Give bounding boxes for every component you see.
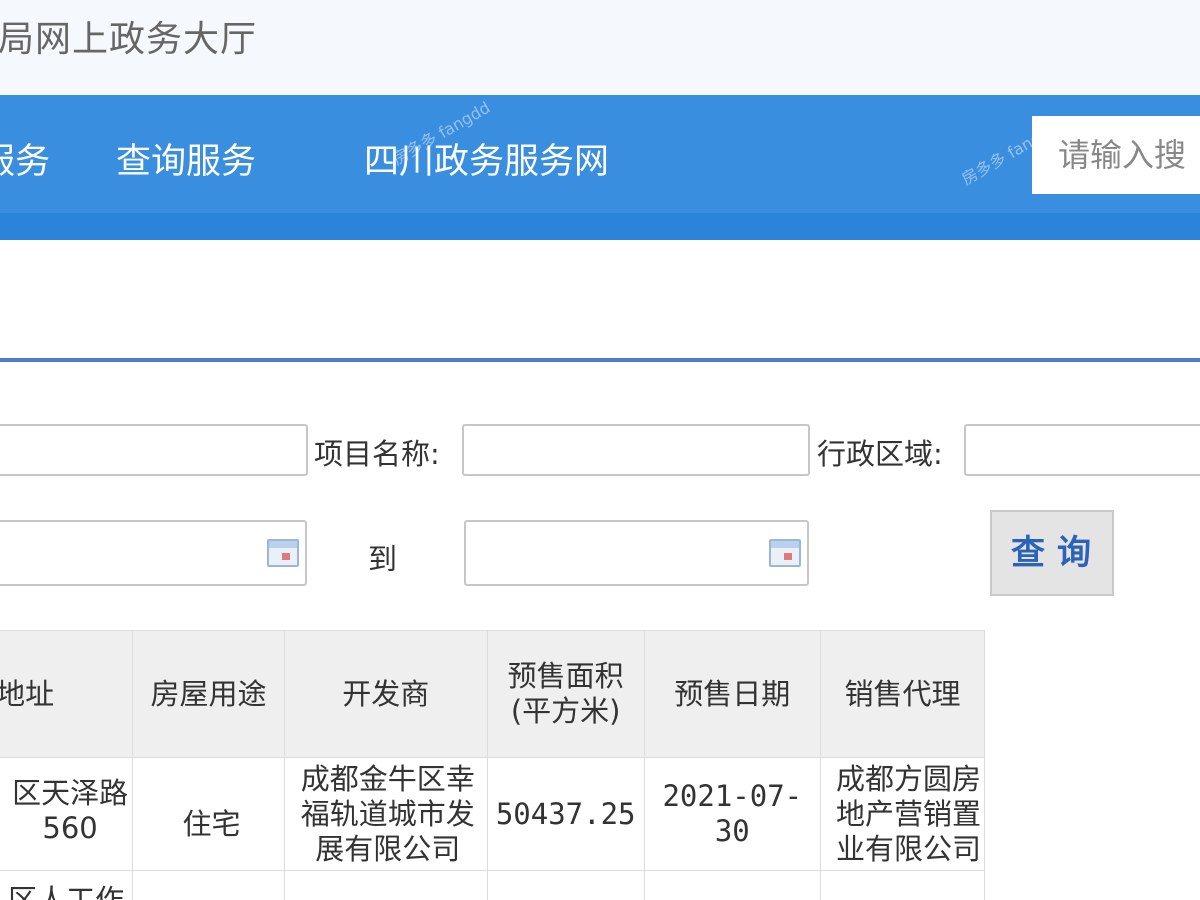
project-name-field[interactable]: [462, 424, 810, 476]
nav-item-query-services[interactable]: 查询服务: [116, 133, 256, 184]
header-area: 预售面积 (平方米): [486, 630, 645, 758]
cell-agent: 成都方圆房地产营销置业有限公司: [820, 757, 985, 871]
cell-date: [643, 870, 822, 900]
calendar-icon[interactable]: [267, 539, 299, 567]
table-row: 区天泽路560 住宅 成都金牛区幸福轨道城市发展有限公司 50437.25 20…: [0, 757, 985, 871]
site-title: 局网上政务大厅: [0, 19, 258, 60]
cell-agent: [820, 870, 985, 900]
cell-usage: [132, 870, 285, 900]
start-date-field[interactable]: [0, 520, 307, 586]
cell-area: 50437.25: [486, 757, 645, 871]
cell-area: [486, 870, 645, 900]
cell-developer: 成都金牛区幸福轨道城市发展有限公司: [283, 757, 488, 871]
nav-bar-underline: [0, 213, 1200, 240]
district-label: 行政区域:: [817, 437, 943, 471]
cell-usage: 住宅: [132, 757, 285, 871]
site-header: 局网上政务大厅: [0, 0, 1200, 95]
header-developer: 开发商: [283, 630, 488, 758]
district-field[interactable]: [964, 424, 1200, 476]
cell-address: 区天泽路560: [0, 757, 134, 871]
section-divider: [0, 358, 1200, 362]
results-table-wrap: 目地址 房屋用途 开发商 预售面积(平方米) 预售日期 销售代理 区天泽路560…: [0, 630, 1200, 900]
calendar-icon[interactable]: [769, 539, 801, 567]
query-button[interactable]: 查询: [990, 510, 1114, 596]
header-address: 目地址: [0, 630, 134, 758]
table-header-row: 目地址 房屋用途 开发商 预售面积(平方米) 预售日期 销售代理: [0, 630, 985, 758]
to-label: 到: [368, 542, 398, 576]
cell-date: 2021-07-30: [643, 757, 822, 871]
project-name-label: 项目名称:: [314, 437, 440, 471]
cell-address: 区人工作: [0, 870, 134, 900]
project-code-field[interactable]: [0, 424, 308, 476]
header-date: 预售日期: [643, 630, 822, 758]
table-row: 区人工作: [0, 870, 985, 900]
end-date-field[interactable]: [464, 520, 809, 586]
header-agent: 销售代理: [820, 630, 985, 758]
cell-developer: [283, 870, 488, 900]
results-table: 目地址 房屋用途 开发商 预售面积(平方米) 预售日期 销售代理 区天泽路560…: [0, 630, 985, 900]
nav-item-services[interactable]: 服务: [0, 133, 50, 184]
header-usage: 房屋用途: [132, 630, 285, 758]
